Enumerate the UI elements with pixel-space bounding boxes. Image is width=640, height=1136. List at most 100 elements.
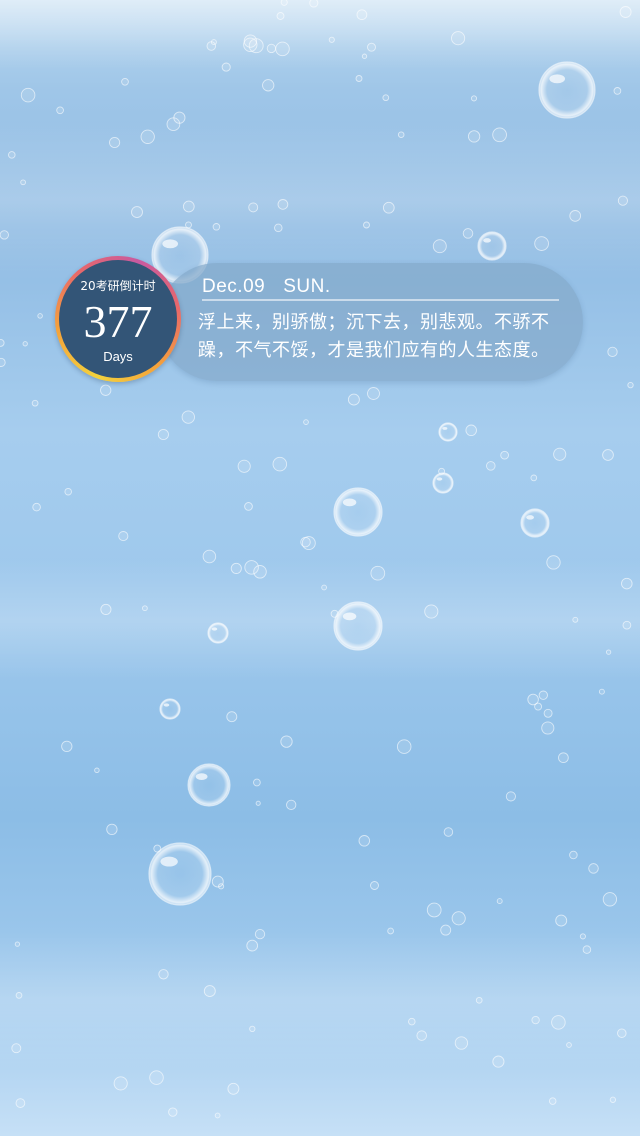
small-bubble: [255, 800, 261, 806]
quote-text: 浮上来，别骄傲；沉下去，别悲观。不骄不躁，不气不馁，才是我们应有的人生态度。: [198, 312, 550, 361]
bubble: [538, 61, 596, 119]
small-bubble: [500, 450, 509, 460]
small-bubble: [254, 928, 266, 940]
small-bubble: [330, 609, 339, 618]
small-bubble: [530, 474, 538, 482]
small-bubble: [370, 565, 386, 581]
small-bubble: [613, 87, 622, 95]
bubble: [333, 601, 383, 651]
small-bubble: [286, 799, 297, 811]
small-bubble: [440, 924, 452, 936]
small-bubble: [109, 136, 121, 149]
small-bubble: [153, 844, 162, 853]
bubble-highlight: [163, 703, 170, 707]
small-bubble: [602, 449, 614, 461]
small-bubble: [277, 199, 289, 210]
small-bubble: [465, 424, 477, 437]
small-bubble: [555, 914, 568, 927]
small-bubble: [214, 1112, 221, 1119]
small-bubble: [309, 0, 319, 8]
small-bubble: [467, 130, 481, 143]
small-bubble: [424, 604, 439, 619]
small-bubble: [301, 536, 316, 551]
bubble-highlight: [549, 74, 566, 84]
small-bubble: [202, 549, 217, 564]
small-bubble: [454, 1036, 469, 1050]
small-bubble: [496, 898, 503, 905]
small-bubble: [212, 223, 221, 231]
small-bubble: [275, 41, 290, 57]
small-bubble: [113, 1076, 128, 1091]
bubble-highlight: [211, 627, 218, 631]
small-bubble: [505, 791, 516, 802]
small-bubble: [619, 6, 632, 18]
small-bubble: [185, 221, 192, 229]
small-bubble: [203, 985, 216, 998]
small-bubble: [100, 384, 112, 396]
small-bubble: [166, 117, 181, 132]
small-bubble: [249, 1025, 256, 1033]
bubble-highlight: [195, 773, 208, 780]
bubbles-background: [0, 0, 634, 1119]
small-bubble: [534, 236, 549, 251]
small-bubble: [553, 447, 567, 461]
small-bubble: [237, 459, 251, 473]
small-bubble: [181, 410, 195, 424]
small-bubble: [246, 939, 259, 952]
small-bubble: [0, 338, 5, 347]
small-bubble: [14, 941, 21, 947]
small-bubble: [56, 106, 64, 115]
small-bubble: [8, 151, 16, 159]
date-row: Dec.09 SUN.: [202, 273, 331, 301]
small-bubble: [243, 34, 258, 48]
small-bubble: [356, 9, 368, 21]
small-bubble: [551, 1015, 566, 1030]
small-bubble: [486, 461, 496, 471]
small-bubble: [303, 419, 309, 425]
bubble-highlight: [436, 477, 443, 481]
bubble-highlight: [442, 426, 448, 430]
small-bubble: [140, 129, 155, 144]
small-bubble: [617, 1028, 627, 1038]
small-bubble: [11, 1043, 22, 1054]
small-bubble: [168, 1107, 178, 1117]
bubble-highlight: [483, 238, 492, 243]
bubble: [477, 231, 507, 261]
small-bubble: [94, 767, 100, 774]
date-divider: [202, 299, 559, 301]
small-bubble: [538, 690, 548, 700]
small-bubble: [244, 502, 253, 511]
small-bubble: [579, 933, 586, 940]
small-bubble: [149, 1070, 164, 1085]
small-bubble: [227, 1082, 240, 1095]
countdown-badge[interactable]: 20考研倒计时 377 Days: [55, 256, 181, 382]
small-bubble: [462, 228, 474, 239]
small-bubble: [100, 603, 112, 615]
bubble: [207, 622, 229, 644]
countdown-days: 377: [83, 296, 153, 347]
small-bubble: [566, 1042, 572, 1048]
bubble: [432, 472, 454, 494]
small-bubble: [20, 87, 36, 103]
small-bubble: [432, 239, 447, 254]
small-bubble: [22, 341, 28, 347]
bubble: [159, 698, 181, 720]
small-bubble: [230, 562, 242, 574]
small-bubble: [572, 616, 579, 623]
small-bubble: [622, 620, 632, 630]
small-bubble: [142, 605, 148, 612]
small-bubble: [347, 393, 360, 406]
small-bubble: [15, 992, 23, 999]
small-bubble: [361, 53, 368, 59]
bubble-highlight: [160, 856, 178, 867]
small-bubble: [106, 823, 118, 836]
small-bubble: [627, 381, 634, 389]
quote-panel: Dec.09 SUN. 浮上来，别骄傲；沉下去，别悲观。不骄不躁，不气不馁，才是…: [158, 263, 583, 381]
small-bubble: [546, 555, 561, 570]
small-bubble: [276, 12, 285, 20]
small-bubble: [426, 902, 442, 918]
small-bubble: [20, 179, 26, 186]
small-bubble: [131, 206, 143, 219]
small-bubble: [621, 577, 633, 590]
small-bubble: [416, 1030, 427, 1041]
